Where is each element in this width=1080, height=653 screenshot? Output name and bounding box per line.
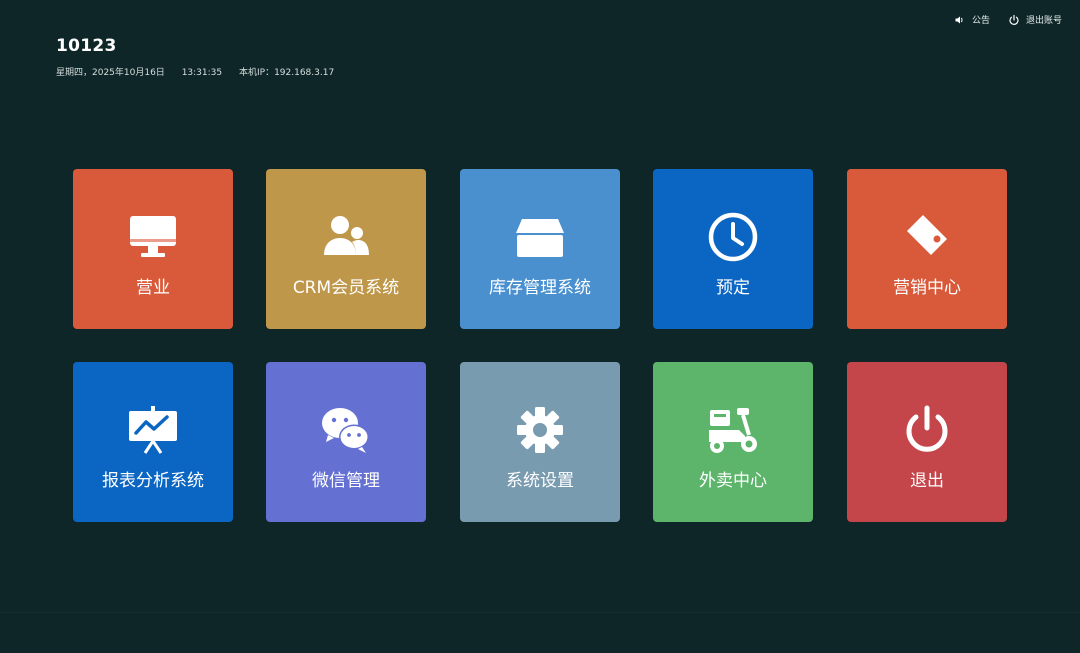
tile-label: 退出: [910, 471, 944, 491]
info-line: 星期四，2025年10月16日 13:31:35 本机IP：192.168.3.…: [56, 65, 348, 78]
tile-exit[interactable]: 退出: [847, 362, 1007, 522]
top-actions: 公告 退出账号: [936, 13, 1062, 26]
logout-account-label: 退出账号: [1025, 16, 1062, 26]
tile-label: 营业: [136, 278, 170, 298]
tile-label: 微信管理: [312, 471, 380, 491]
tile-wechat[interactable]: 微信管理: [266, 362, 426, 522]
tile-label: CRM会员系统: [292, 278, 400, 298]
tile-inventory[interactable]: 库存管理系统: [460, 169, 620, 329]
tile-label: 库存管理系统: [489, 278, 591, 298]
wechat-icon: [318, 402, 374, 458]
tile-business[interactable]: 营业: [73, 169, 233, 329]
tile-label: 外卖中心: [699, 471, 767, 491]
scooter-icon: [705, 402, 761, 458]
header: 10123 星期四，2025年10月16日 13:31:35 本机IP：192.…: [56, 36, 348, 78]
users-icon: [318, 209, 374, 265]
monitor-icon: [125, 209, 181, 265]
tile-delivery[interactable]: 外卖中心: [653, 362, 813, 522]
tile-settings[interactable]: 系统设置: [460, 362, 620, 522]
box-icon: [512, 209, 568, 265]
tile-reports[interactable]: 报表分析系统: [73, 362, 233, 522]
speaker-icon: [955, 16, 963, 23]
store-id: 10123: [56, 36, 117, 56]
power-icon: [899, 402, 955, 458]
logout-account-button[interactable]: 退出账号: [1008, 13, 1062, 26]
announcement-label: 公告: [971, 16, 990, 26]
tile-label: 预定: [716, 278, 750, 298]
chart-board-icon: [125, 402, 181, 458]
tag-icon: [899, 209, 955, 265]
tile-label: 系统设置: [506, 471, 574, 491]
date-text: 星期四，2025年10月16日: [56, 68, 165, 78]
tile-crm[interactable]: CRM会员系统: [266, 169, 426, 329]
power-small-icon: [1009, 14, 1019, 25]
tile-label: 营销中心: [893, 278, 961, 298]
announcement-button[interactable]: 公告: [954, 13, 990, 26]
tile-reservation[interactable]: 预定: [653, 169, 813, 329]
gear-icon: [512, 402, 568, 458]
ip-text: 本机IP：192.168.3.17: [238, 68, 335, 78]
tile-label: 报表分析系统: [102, 471, 204, 491]
clock-icon: [705, 209, 761, 265]
tile-marketing[interactable]: 营销中心: [847, 169, 1007, 329]
time-text: 13:31:35: [181, 68, 223, 78]
bottom-divider: [0, 612, 1080, 613]
module-grid: 营业 CRM会员系统 库存管理系统 预定 营销中心 报表分析系统 微信管理 系统…: [73, 169, 1007, 522]
